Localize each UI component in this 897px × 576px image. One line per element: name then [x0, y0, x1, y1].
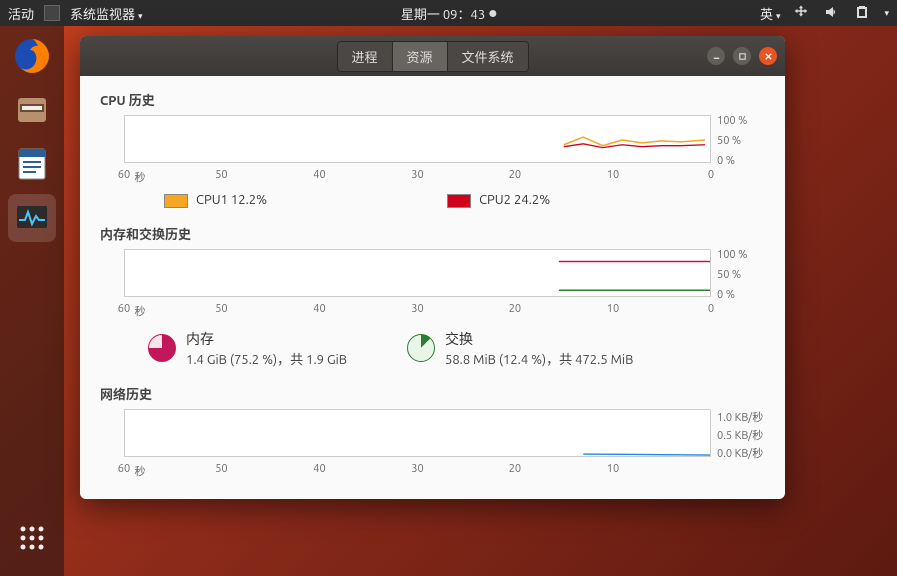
- network-x-axis: 秒 605040302010: [124, 463, 711, 477]
- dock-system-monitor[interactable]: [8, 194, 56, 242]
- cpu-legend: CPU1 12.2% CPU2 24.2%: [164, 193, 765, 208]
- cpu-x-axis: 秒 6050403020100: [124, 169, 711, 183]
- dock-writer[interactable]: [8, 140, 56, 188]
- dock-show-apps[interactable]: [8, 514, 56, 562]
- battery-icon[interactable]: [854, 4, 870, 23]
- maximize-button[interactable]: [733, 47, 751, 65]
- app-menu-icon: [44, 5, 60, 21]
- legend-cpu2[interactable]: CPU2 24.2%: [447, 193, 550, 208]
- volume-icon[interactable]: [824, 4, 840, 23]
- app-menu[interactable]: 系统监视器 ▾: [70, 4, 143, 23]
- view-tabs: 进程 资源 文件系统: [336, 41, 528, 72]
- swap-usage[interactable]: 交换58.8 MiB (12.4 %)，共 472.5 MiB: [407, 329, 633, 368]
- activities-button[interactable]: 活动: [8, 4, 34, 23]
- memory-usage[interactable]: 内存1.4 GiB (75.2 %)，共 1.9 GiB: [148, 329, 347, 368]
- resources-panel: CPU 历史 100 %50 %0 % 秒 6050403020100 CPU1…: [80, 76, 785, 499]
- dock-files[interactable]: [8, 86, 56, 134]
- cpu-chart[interactable]: [124, 115, 711, 163]
- memory-chart[interactable]: [124, 249, 711, 297]
- top-panel: 活动 系统监视器 ▾ 星期一 09：43 英 ▾ ▾: [0, 0, 897, 26]
- legend-cpu1[interactable]: CPU1 12.2%: [164, 193, 267, 208]
- memory-pie-icon: [148, 334, 176, 362]
- close-button[interactable]: [759, 47, 777, 65]
- tab-processes[interactable]: 进程: [337, 42, 392, 71]
- cpu-history-title: CPU 历史: [100, 90, 765, 109]
- swap-pie-icon: [407, 334, 435, 362]
- network-chart[interactable]: [124, 409, 711, 457]
- clock[interactable]: 星期一 09：43: [401, 4, 496, 23]
- memory-y-axis: 100 %50 %0 %: [711, 249, 765, 301]
- tab-resources[interactable]: 资源: [392, 42, 447, 71]
- system-monitor-window: 进程 资源 文件系统 CPU 历史 100 %50 %0 % 秒: [80, 36, 785, 499]
- memory-history-title: 内存和交换历史: [100, 224, 765, 243]
- cpu-y-axis: 100 %50 %0 %: [711, 115, 765, 167]
- network-y-axis: 1.0 KB/秒0.5 KB/秒0.0 KB/秒: [711, 409, 765, 461]
- ime-indicator[interactable]: 英 ▾: [760, 4, 781, 23]
- network-icon[interactable]: [794, 4, 810, 23]
- tab-filesystems[interactable]: 文件系统: [448, 42, 528, 71]
- network-history-title: 网络历史: [100, 384, 765, 403]
- minimize-button[interactable]: [707, 47, 725, 65]
- dock-firefox[interactable]: [8, 32, 56, 80]
- dock: [0, 26, 64, 576]
- memory-x-axis: 秒 6050403020100: [124, 303, 711, 317]
- titlebar[interactable]: 进程 资源 文件系统: [80, 36, 785, 76]
- system-menu-chevron-icon[interactable]: ▾: [884, 8, 889, 19]
